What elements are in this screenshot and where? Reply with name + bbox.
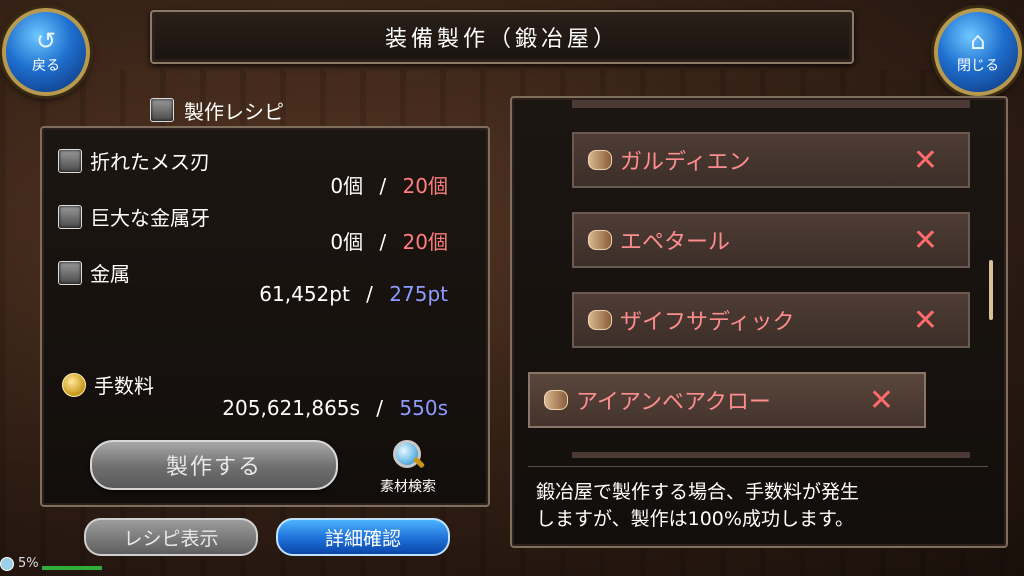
recipe-title: 製作レシピ bbox=[184, 99, 284, 124]
material-icon bbox=[58, 204, 82, 229]
back-arrow-icon: ↺ bbox=[35, 27, 57, 55]
scroll-icon bbox=[544, 390, 568, 410]
fee-required: 550s bbox=[399, 396, 448, 420]
count-separator: / bbox=[379, 174, 387, 198]
recipe-header: 製作レシピ bbox=[150, 95, 284, 125]
close-button[interactable]: ⌂ 閉じる bbox=[934, 8, 1022, 96]
list-item[interactable]: エペタール ✕ bbox=[572, 212, 970, 268]
count-separator: / bbox=[379, 230, 387, 254]
material-owned: 0個 bbox=[330, 230, 364, 254]
fee-row: 手数料 bbox=[62, 370, 154, 399]
material-required: 275pt bbox=[389, 282, 448, 306]
magnifier-icon bbox=[391, 438, 426, 472]
recipe-box-icon bbox=[150, 98, 174, 122]
list-item-partial bbox=[572, 100, 970, 108]
scroll-icon bbox=[588, 310, 612, 330]
craft-button[interactable]: 製作する bbox=[90, 440, 338, 490]
unavailable-x-icon: ✕ bbox=[912, 302, 938, 338]
count-separator: / bbox=[366, 282, 373, 306]
recipe-view-label: レシピ表示 bbox=[123, 527, 219, 550]
coin-icon bbox=[62, 372, 86, 397]
battery-indicator: 5% bbox=[0, 556, 39, 571]
info-line-2: しますが、製作は100%成功します。 bbox=[536, 508, 855, 530]
fee-owned: 205,621,865s bbox=[222, 396, 360, 420]
detail-check-label: 詳細確認 bbox=[324, 527, 401, 550]
material-icon bbox=[58, 148, 82, 173]
list-item[interactable]: ザイフサディック ✕ bbox=[572, 292, 970, 348]
search-label: 素材検索 bbox=[380, 479, 436, 495]
scroll-icon bbox=[588, 150, 612, 170]
material-required: 20個 bbox=[402, 230, 448, 254]
count-separator: / bbox=[376, 396, 384, 420]
list-item[interactable]: ガルディエン ✕ bbox=[572, 132, 970, 188]
material-count: 0個 / 20個 bbox=[0, 170, 448, 199]
list-item-partial bbox=[572, 452, 970, 458]
recipe-view-button[interactable]: レシピ表示 bbox=[84, 518, 258, 556]
item-name: アイアンベアクロー bbox=[576, 390, 771, 415]
info-message: 鍛冶屋で製作する場合、手数料が発生 しますが、製作は100%成功します。 bbox=[528, 466, 988, 538]
unavailable-x-icon: ✕ bbox=[912, 142, 938, 178]
fee-count: 205,621,865s / 550s bbox=[0, 396, 448, 420]
material-icon bbox=[58, 260, 82, 285]
unavailable-x-icon: ✕ bbox=[868, 382, 894, 418]
item-name: エペタール bbox=[620, 230, 731, 255]
unavailable-x-icon: ✕ bbox=[912, 222, 938, 258]
battery-value: 5% bbox=[18, 556, 39, 571]
material-required: 20個 bbox=[402, 174, 448, 198]
craft-label: 製作する bbox=[165, 455, 262, 480]
scroll-icon bbox=[588, 230, 612, 250]
material-search-button[interactable]: 素材検索 bbox=[368, 438, 448, 498]
equipment-list[interactable]: ガルディエン ✕ エペタール ✕ ザイフサディック ✕ アイアンベアクロー ✕ bbox=[528, 100, 984, 458]
item-name: ザイフサディック bbox=[620, 310, 795, 335]
info-line-1: 鍛冶屋で製作する場合、手数料が発生 bbox=[536, 481, 860, 503]
back-label: 戻る bbox=[32, 58, 60, 74]
close-label: 閉じる bbox=[957, 58, 999, 74]
list-scrollbar[interactable] bbox=[989, 260, 993, 320]
material-count: 0個 / 20個 bbox=[0, 226, 448, 255]
detail-check-button[interactable]: 詳細確認 bbox=[276, 518, 450, 556]
back-button[interactable]: ↺ 戻る bbox=[2, 8, 90, 96]
battery-icon bbox=[0, 556, 14, 571]
material-owned: 0個 bbox=[330, 174, 364, 198]
material-owned: 61,452pt bbox=[259, 282, 350, 306]
fee-name: 手数料 bbox=[94, 374, 154, 398]
home-icon: ⌂ bbox=[970, 27, 986, 55]
title-bar: 装備製作（鍛冶屋） bbox=[150, 10, 854, 64]
battery-bar bbox=[42, 566, 102, 570]
page-title: 装備製作（鍛冶屋） bbox=[384, 27, 619, 52]
material-count: 61,452pt / 275pt bbox=[0, 282, 448, 306]
list-item-selected[interactable]: アイアンベアクロー ✕ bbox=[528, 372, 926, 428]
item-name: ガルディエン bbox=[620, 150, 751, 175]
